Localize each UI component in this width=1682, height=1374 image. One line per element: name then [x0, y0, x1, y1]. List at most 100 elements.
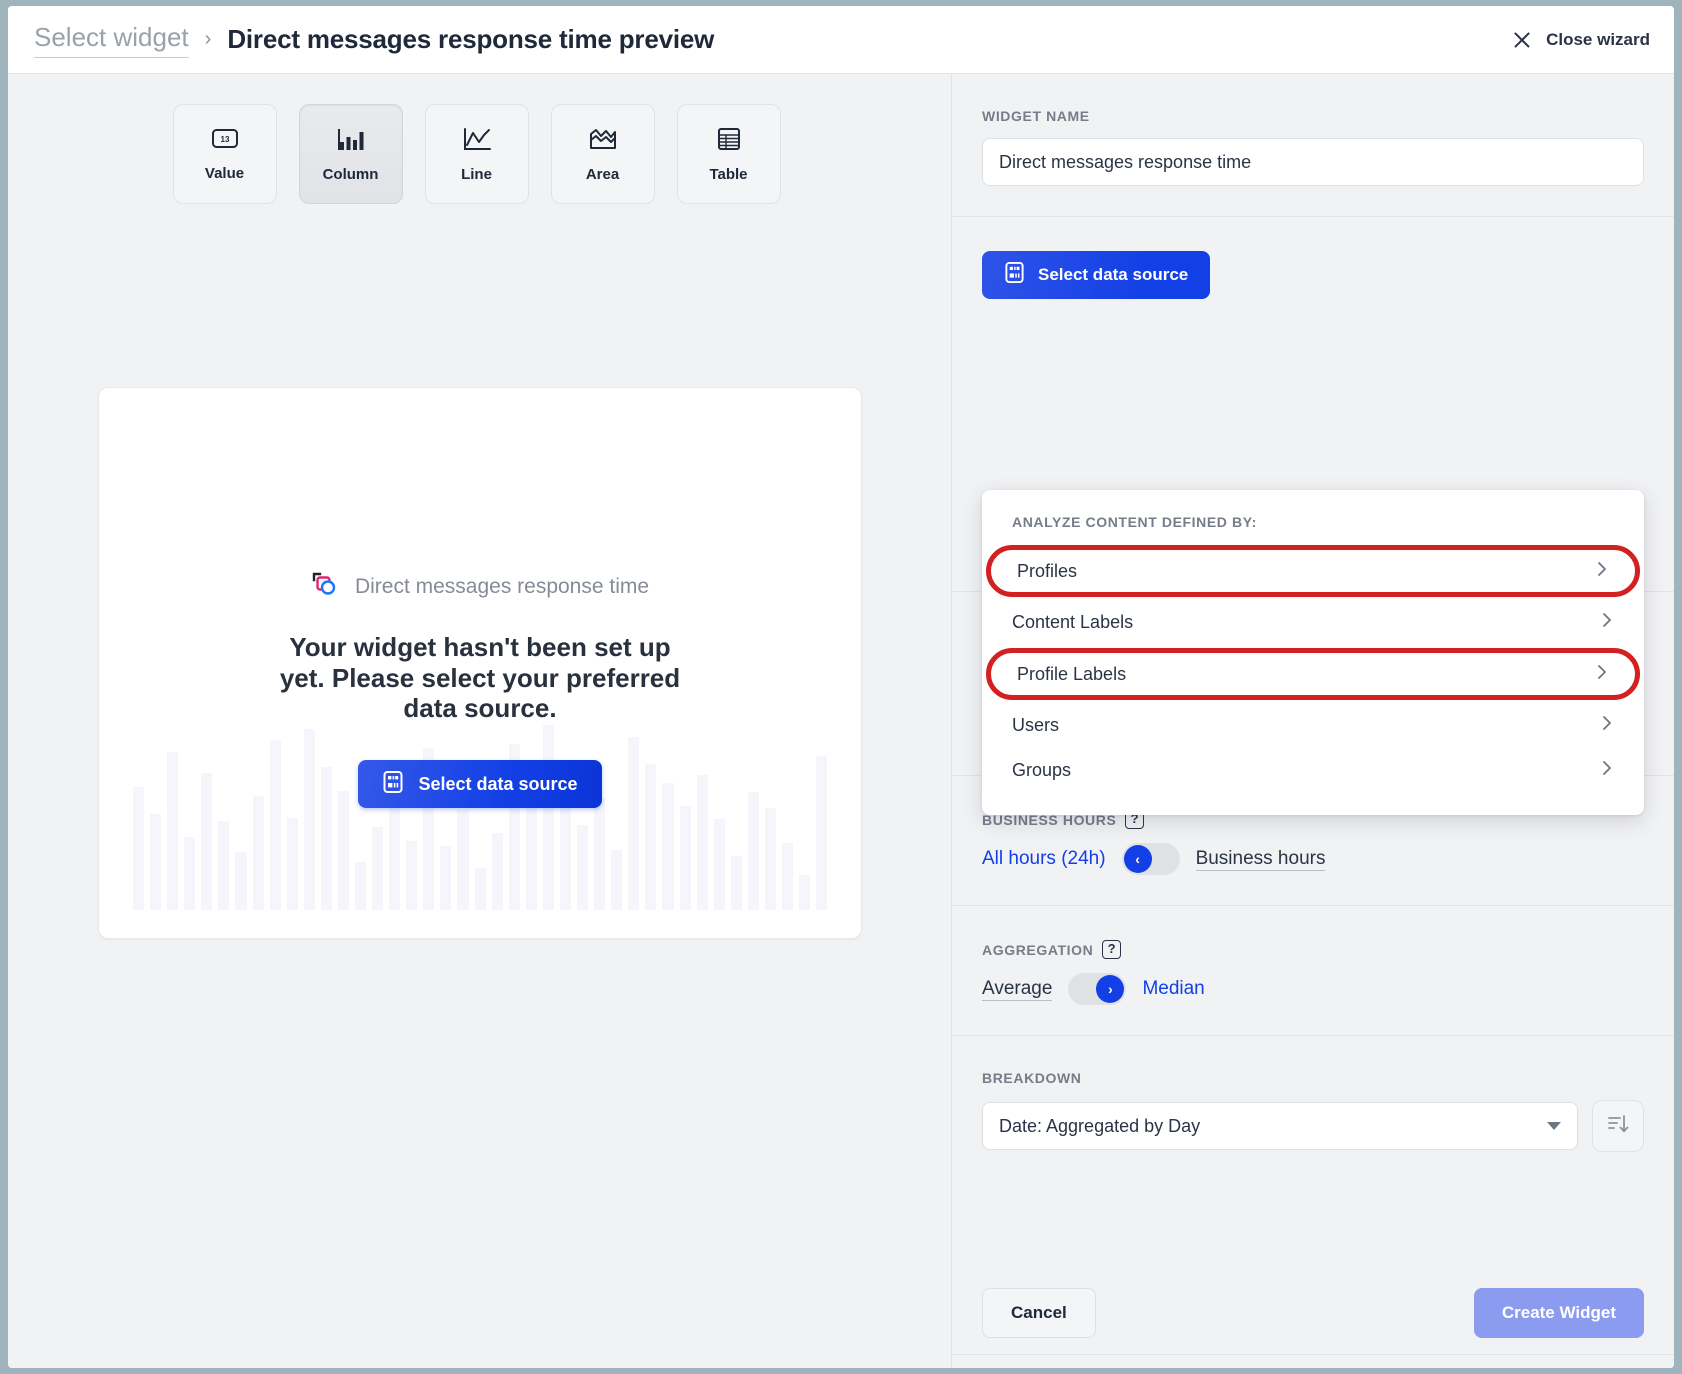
area-chart-icon	[587, 125, 619, 153]
widget-name-label: WIDGET NAME	[982, 108, 1644, 124]
business-hours-option-business[interactable]: Business hours	[1196, 848, 1326, 871]
select-data-source-label: Select data source	[1038, 265, 1188, 285]
placeholder-bar	[680, 806, 691, 910]
breadcrumb-separator: ›	[205, 28, 212, 51]
settings-panel: WIDGET NAME Direct messages response tim…	[952, 74, 1674, 1368]
widget-name-input[interactable]: Direct messages response time	[982, 138, 1644, 186]
placeholder-bar	[321, 767, 332, 910]
chevron-right-icon	[1600, 714, 1614, 737]
aggregation-option-average[interactable]: Average	[982, 978, 1052, 1001]
placeholder-bar	[389, 804, 400, 910]
dropdown-header: ANALYZE CONTENT DEFINED BY:	[982, 514, 1644, 542]
chevron-down-icon	[1547, 1122, 1561, 1130]
placeholder-bar	[338, 791, 349, 910]
close-wizard-label: Close wizard	[1546, 30, 1650, 50]
chevron-right-icon	[1600, 611, 1614, 634]
widget-type-area[interactable]: Area	[551, 104, 655, 204]
placeholder-bar	[133, 787, 144, 910]
dropdown-item-label: Profile Labels	[1017, 664, 1126, 685]
placeholder-bar	[287, 818, 298, 911]
placeholder-bar	[594, 798, 605, 910]
column-chart-icon	[336, 125, 366, 153]
widget-type-line[interactable]: Line	[425, 104, 529, 204]
close-icon	[1512, 30, 1532, 50]
page-title: Direct messages response time preview	[227, 24, 714, 55]
placeholder-bar	[543, 725, 554, 910]
widget-type-table[interactable]: Table	[677, 104, 781, 204]
panel-footer: Cancel Create Widget	[952, 1264, 1674, 1368]
aggregation-label: AGGREGATION ?	[982, 940, 1644, 959]
dropdown-item-groups[interactable]: Groups	[982, 748, 1644, 793]
placeholder-bar	[662, 783, 673, 910]
close-wizard-button[interactable]: Close wizard	[1512, 30, 1650, 50]
section-data-source: Select data source ANALYZE CONTENT DEFIN…	[952, 217, 1674, 592]
breakdown-label: BREAKDOWN	[982, 1070, 1644, 1086]
widget-type-value[interactable]: 13 Value	[173, 104, 277, 204]
widget-type-column[interactable]: Column	[299, 104, 403, 204]
placeholder-bar	[782, 843, 793, 910]
breadcrumb-select-widget[interactable]: Select widget	[34, 22, 189, 58]
sort-descending-icon	[1606, 1112, 1630, 1141]
placeholder-bar	[731, 856, 742, 910]
business-hours-option-all[interactable]: All hours (24h)	[982, 848, 1106, 870]
placeholder-bar	[304, 729, 315, 910]
widget-type-picker: 13 Value Colum	[8, 74, 951, 204]
select-data-source-button[interactable]: Select data source	[982, 251, 1210, 299]
dropdown-item-content-labels[interactable]: Content Labels	[982, 600, 1644, 645]
breakdown-select[interactable]: Date: Aggregated by Day	[982, 1102, 1578, 1150]
chevron-right-icon	[1600, 759, 1614, 782]
wizard-body: 13 Value Colum	[8, 74, 1674, 1368]
widget-preview-card: Direct messages response time Your widge…	[98, 387, 862, 939]
placeholder-bar	[645, 764, 656, 910]
dropdown-item-label: Content Labels	[1012, 612, 1133, 633]
placeholder-bar	[492, 833, 503, 910]
placeholder-bar	[201, 773, 212, 910]
widget-type-label: Column	[323, 166, 379, 183]
create-widget-button[interactable]: Create Widget	[1474, 1288, 1644, 1338]
placeholder-bar	[355, 862, 366, 910]
widget-name-value: Direct messages response time	[999, 152, 1251, 173]
aggregation-toggle-row: Average › Median	[982, 973, 1644, 1005]
section-aggregation: AGGREGATION ? Average › Median	[952, 906, 1674, 1036]
placeholder-bar	[150, 814, 161, 910]
placeholder-bar-chart	[133, 725, 827, 910]
cancel-button[interactable]: Cancel	[982, 1288, 1096, 1338]
placeholder-bar	[799, 875, 810, 910]
placeholder-bar	[253, 796, 264, 910]
placeholder-bar	[167, 752, 178, 910]
analyze-content-dropdown: ANALYZE CONTENT DEFINED BY: Profiles Con…	[982, 490, 1644, 815]
section-widget-name: WIDGET NAME Direct messages response tim…	[952, 74, 1674, 217]
business-hours-toggle[interactable]: ‹	[1122, 843, 1180, 875]
empty-state-message: Your widget hasn't been set up yet. Plea…	[270, 632, 690, 724]
aggregation-toggle[interactable]: ›	[1068, 973, 1126, 1005]
data-source-icon	[1004, 261, 1025, 289]
value-icon: 13	[210, 126, 240, 152]
sort-descending-button[interactable]	[1592, 1100, 1644, 1152]
preview-widget-title: Direct messages response time	[355, 575, 649, 599]
toggle-knob-chevron-left-icon: ‹	[1124, 845, 1152, 873]
dropdown-item-label: Profiles	[1017, 561, 1077, 582]
widget-type-label: Value	[205, 165, 244, 182]
preview-widget-title-row: Direct messages response time	[311, 570, 649, 604]
placeholder-bar	[184, 837, 195, 910]
widget-type-label: Area	[586, 166, 619, 183]
dropdown-item-users[interactable]: Users	[982, 703, 1644, 748]
panel-bottom-strip	[952, 1354, 1674, 1368]
placeholder-bar	[440, 846, 451, 910]
dropdown-item-profiles[interactable]: Profiles	[986, 545, 1640, 597]
aggregation-option-median[interactable]: Median	[1142, 978, 1204, 1000]
placeholder-bar	[628, 737, 639, 910]
chevron-right-icon	[1595, 663, 1609, 686]
aggregation-help-icon[interactable]: ?	[1102, 940, 1121, 959]
placeholder-bar	[697, 775, 708, 910]
dropdown-item-label: Users	[1012, 715, 1059, 736]
line-chart-icon	[461, 125, 493, 153]
select-data-source-button-preview[interactable]: Select data source	[358, 760, 601, 808]
placeholder-bar	[475, 868, 486, 910]
breakdown-row: Date: Aggregated by Day	[982, 1100, 1644, 1152]
dropdown-item-profile-labels[interactable]: Profile Labels	[986, 648, 1640, 700]
placeholder-bar	[748, 792, 759, 910]
placeholder-bar	[406, 841, 417, 910]
placeholder-bar	[218, 821, 229, 910]
data-source-icon	[382, 770, 404, 799]
